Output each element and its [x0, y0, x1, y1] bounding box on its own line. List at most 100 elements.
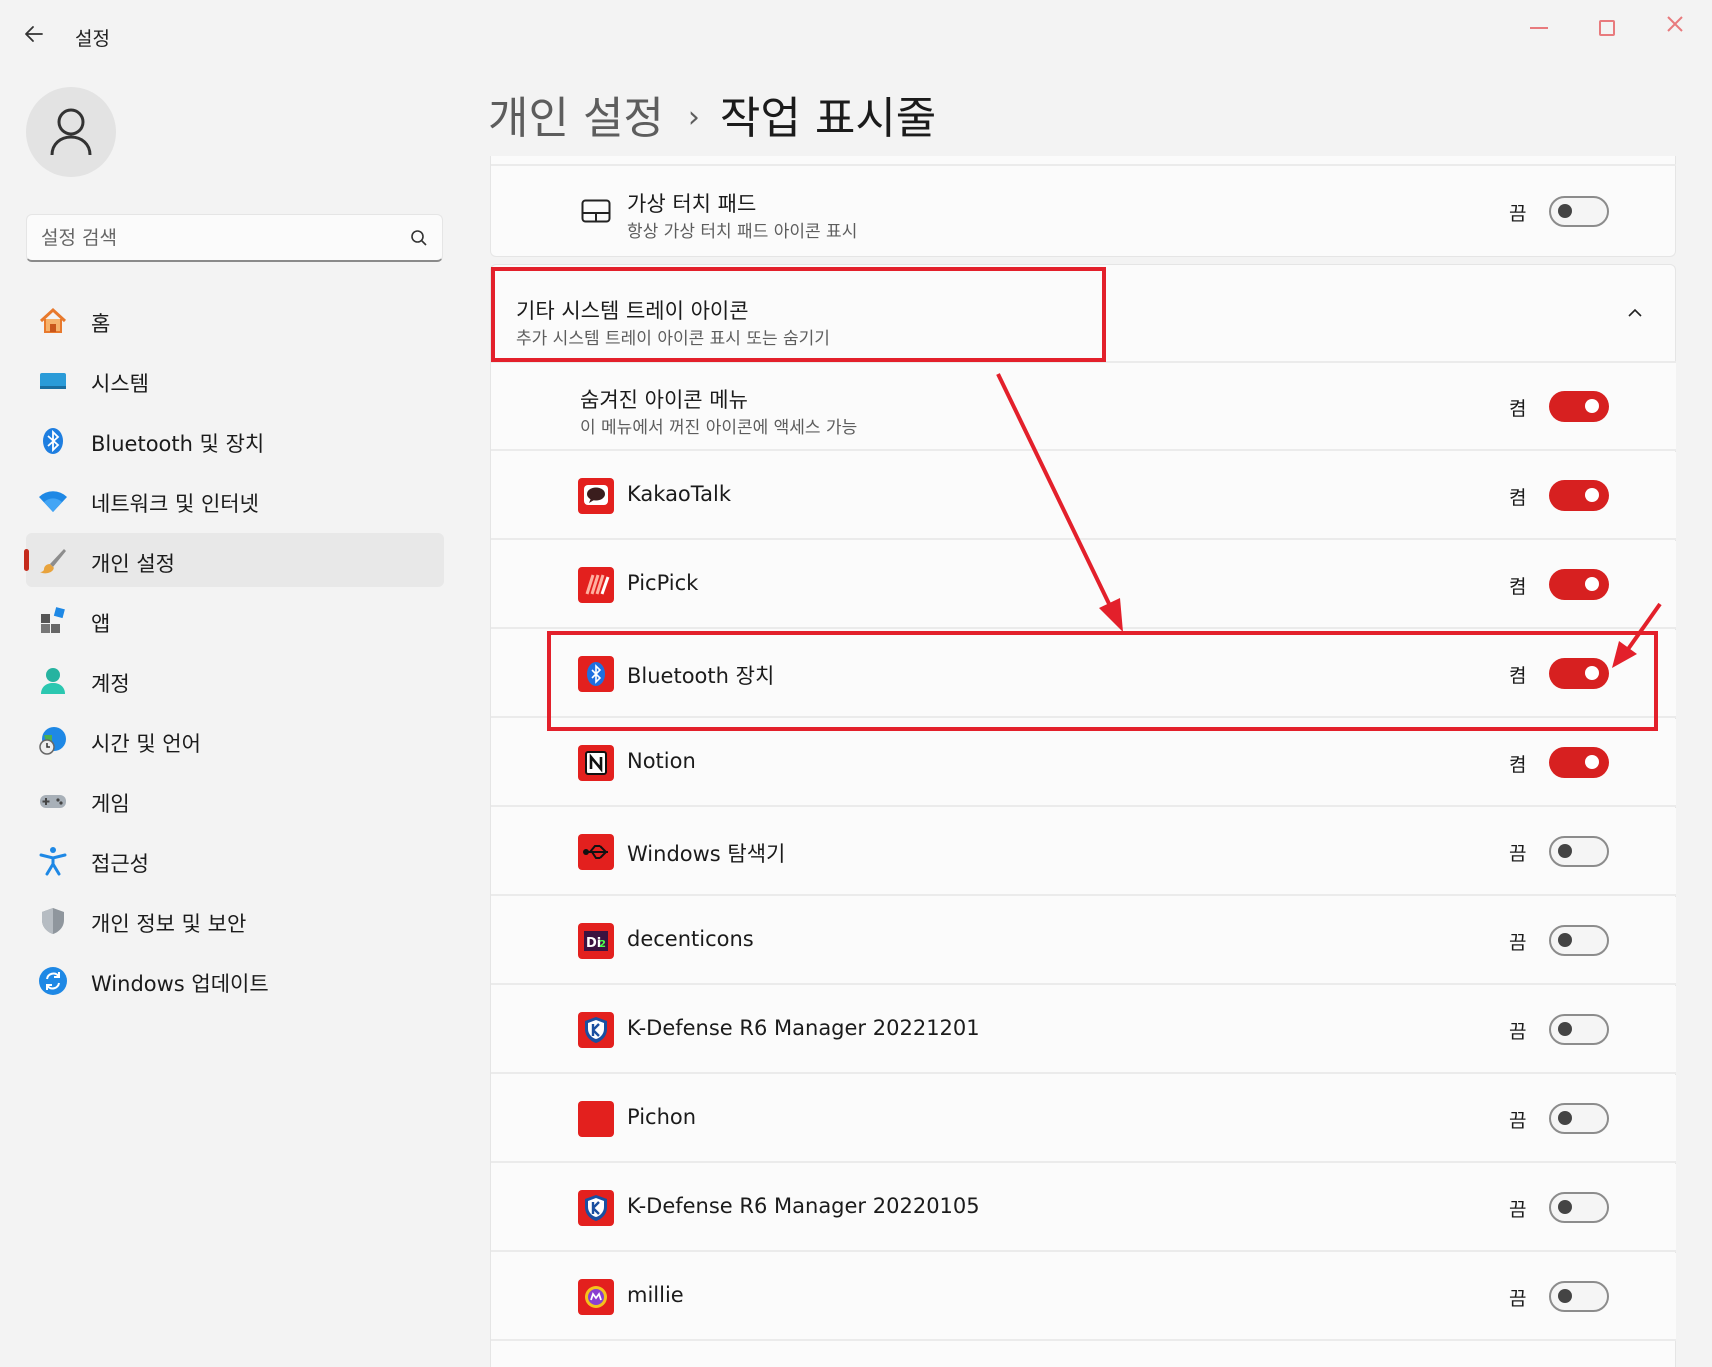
kakaotalk-toggle[interactable] [1549, 480, 1609, 511]
home-icon [39, 307, 67, 333]
sidebar-item-label: Windows 업데이트 [91, 972, 269, 996]
sidebar-item-windows-update[interactable]: Windows 업데이트 [26, 953, 444, 1007]
avatar[interactable] [26, 87, 116, 177]
sidebar-item-system[interactable]: 시스템 [26, 353, 444, 407]
sidebar-item-home[interactable]: 홈 [26, 293, 444, 347]
notion-icon [578, 745, 614, 781]
close-button[interactable] [1652, 10, 1698, 42]
maximize-button[interactable] [1584, 10, 1630, 42]
tray-app-name: millie [627, 1283, 684, 1307]
tray-app-row: Windows 탐색기 끔 [491, 808, 1676, 896]
toggle-knob [1558, 933, 1572, 947]
sidebar-item-label: 시간 및 언어 [91, 732, 201, 756]
wifi-icon [39, 491, 67, 512]
settings-search-box[interactable] [26, 214, 443, 262]
sidebar-item-label: 네트워크 및 인터넷 [91, 492, 259, 516]
breadcrumb: 개인 설정 › 작업 표시줄 [488, 82, 936, 146]
toggle-state-label: 끔 [1509, 1110, 1527, 1132]
notion-toggle[interactable] [1549, 747, 1609, 778]
shield-icon [42, 908, 64, 934]
annotation-highlight-box [547, 631, 1658, 731]
sidebar-item-apps[interactable]: 앱 [26, 593, 444, 647]
sidebar-item-label: 게임 [91, 792, 130, 816]
toggle-state-label: 끔 [1509, 1199, 1527, 1221]
toggle-state-label: 켬 [1509, 398, 1527, 420]
sidebar-item-network[interactable]: 네트워크 및 인터넷 [26, 473, 444, 527]
app-title: 설정 [75, 28, 110, 50]
hidden-menu-toggle[interactable] [1549, 391, 1609, 422]
title-bar: 설정 [0, 0, 1712, 72]
touchpad-toggle[interactable] [1549, 196, 1609, 227]
sidebar-item-label: 앱 [91, 612, 111, 636]
tray-app-row: K-Defense R6 Manager 20220105 끔 [491, 1164, 1676, 1252]
tray-app-name: K-Defense R6 Manager 20221201 [627, 1016, 980, 1040]
sidebar-item-privacy[interactable]: 개인 정보 및 보안 [26, 893, 444, 947]
sidebar-item-gaming[interactable]: 게임 [26, 773, 444, 827]
touchpad-desc: 항상 가상 터치 패드 아이콘 표시 [627, 222, 858, 242]
tray-app-row: KakaoTalk 켬 [491, 452, 1676, 540]
kdefense-20221201-toggle[interactable] [1549, 1014, 1609, 1045]
sidebar-item-label: 접근성 [91, 852, 149, 876]
picpick-icon [578, 567, 614, 603]
breadcrumb-separator: › [687, 100, 700, 135]
decenticons-toggle[interactable] [1549, 925, 1609, 956]
toggle-knob [1585, 577, 1599, 591]
sidebar-item-personalization[interactable]: 개인 설정 [24, 533, 444, 587]
pichon-toggle[interactable] [1549, 1103, 1609, 1134]
tray-app-row: K-Defense R6 Manager 20221201 끔 [491, 986, 1676, 1074]
search-icon[interactable] [410, 229, 428, 247]
toggle-state-label: 끔 [1509, 1021, 1527, 1043]
hidden-menu-row: 숨겨진 아이콘 메뉴 이 메뉴에서 꺼진 아이콘에 액세스 가능 켬 [491, 363, 1676, 451]
sidebar-item-label: 시스템 [91, 372, 149, 396]
millie-toggle[interactable] [1549, 1281, 1609, 1312]
windows-explorer-toggle[interactable] [1549, 836, 1609, 867]
search-input[interactable] [41, 225, 391, 251]
tray-app-name: K-Defense R6 Manager 20220105 [627, 1194, 980, 1218]
sidebar-item-accessibility[interactable]: 접근성 [26, 833, 444, 887]
sidebar-item-label: 개인 설정 [91, 552, 175, 576]
back-arrow-icon [25, 26, 43, 42]
toggle-state-label: 켬 [1509, 576, 1527, 598]
gamepad-icon [40, 795, 66, 808]
account-icon [41, 668, 65, 694]
tray-app-row: Pichon 끔 [491, 1075, 1676, 1163]
kdefense-20220105-toggle[interactable] [1549, 1192, 1609, 1223]
back-button[interactable] [22, 22, 50, 50]
sidebar-item-time-language[interactable]: 시간 및 언어 [26, 713, 444, 767]
tray-app-name: Windows 탐색기 [627, 842, 786, 866]
toggle-knob [1558, 1022, 1572, 1036]
bluetooth-icon [43, 428, 63, 454]
touchpad-card: 가상 터치 패드 항상 가상 터치 패드 아이콘 표시 끔 [490, 156, 1676, 257]
sidebar-item-bluetooth[interactable]: Bluetooth 및 장치 [26, 413, 444, 467]
tray-app-row: Di 2 decenticons 끔 [491, 897, 1676, 985]
windows-update-icon [39, 967, 67, 995]
toggle-knob [1585, 488, 1599, 502]
chevron-up-icon[interactable] [1627, 305, 1643, 321]
decenticons-icon: Di 2 [578, 923, 614, 959]
toggle-state-label: 켬 [1509, 754, 1527, 776]
kdefense-icon [578, 1190, 614, 1226]
sidebar-item-accounts[interactable]: 계정 [26, 653, 444, 707]
touchpad-icon [581, 199, 611, 223]
time-language-icon [39, 727, 66, 755]
toggle-knob [1585, 755, 1599, 769]
toggle-state-label: 켬 [1509, 487, 1527, 509]
svg-text:2: 2 [599, 939, 606, 950]
hidden-menu-title: 숨겨진 아이콘 메뉴 [580, 388, 748, 412]
tray-app-name: KakaoTalk [627, 482, 731, 506]
toggle-knob [1558, 204, 1572, 218]
kakaotalk-icon [578, 478, 614, 514]
brush-icon [40, 549, 66, 574]
system-icon [40, 373, 66, 389]
picpick-toggle[interactable] [1549, 569, 1609, 600]
toggle-state-label: 끔 [1509, 843, 1527, 865]
page-title: 작업 표시줄 [719, 93, 937, 144]
minimize-button[interactable] [1516, 10, 1562, 42]
sidebar-item-label: 계정 [91, 672, 130, 696]
breadcrumb-parent[interactable]: 개인 설정 [488, 93, 664, 144]
pichon-icon [578, 1101, 614, 1137]
close-icon [1667, 16, 1683, 32]
tray-app-name: PicPick [627, 571, 699, 595]
tray-app-row: millie 끔 [491, 1253, 1676, 1341]
hidden-menu-desc: 이 메뉴에서 꺼진 아이콘에 액세스 가능 [580, 418, 858, 438]
